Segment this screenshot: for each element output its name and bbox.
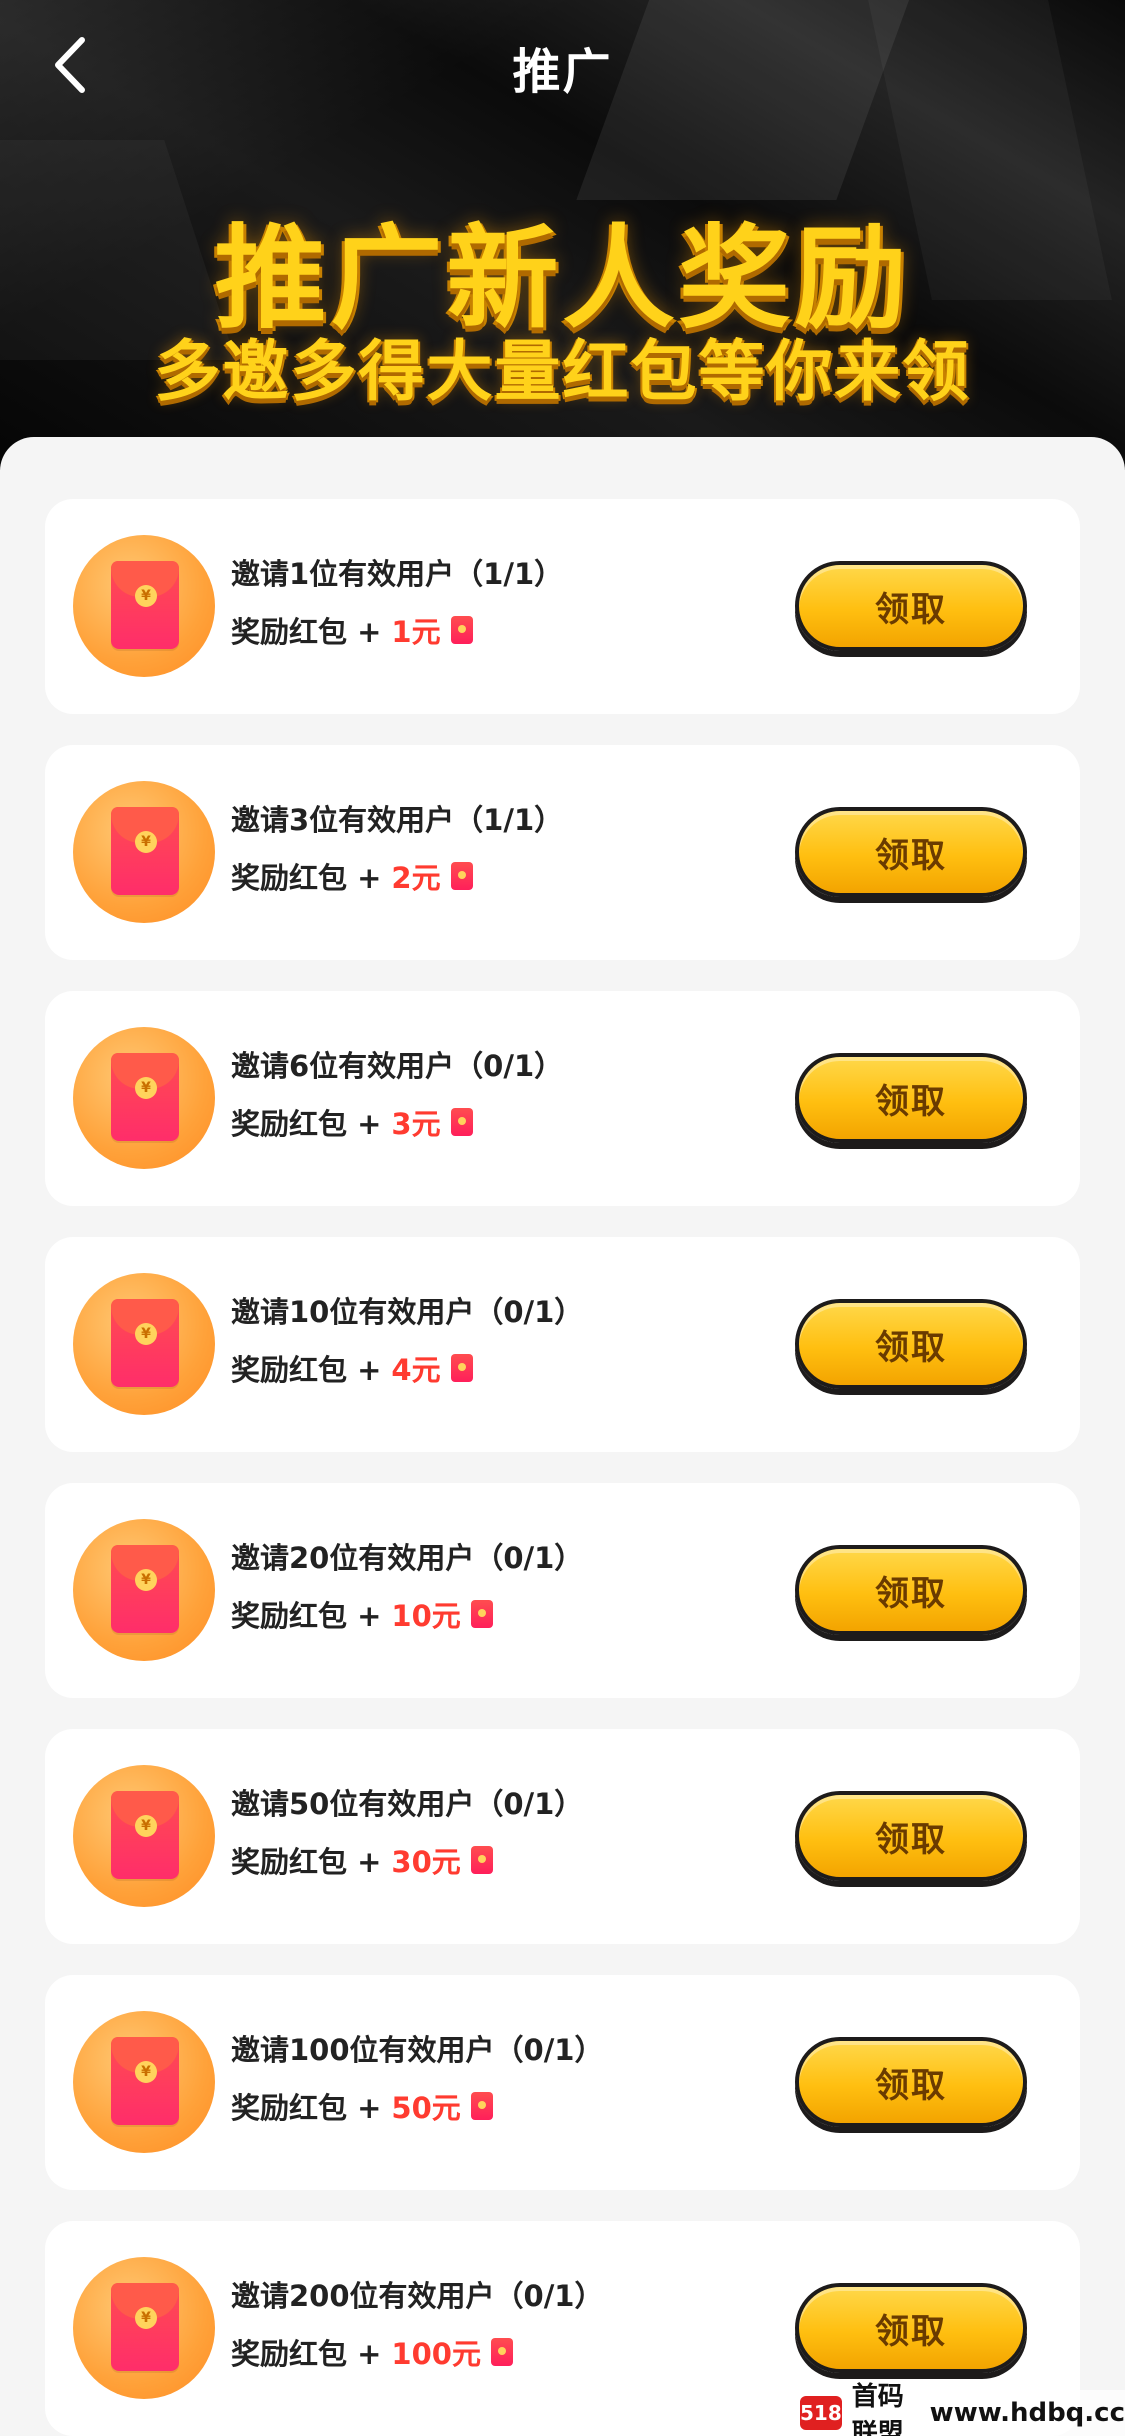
- reward-prefix: 奖励红包 +: [231, 2091, 382, 2125]
- red-envelope-icon: ¥: [73, 1273, 215, 1415]
- task-label: 邀请1位有效用户（1/1）: [231, 557, 564, 591]
- header-banner: 推广 推广新人奖励 多邀多得大量红包等你来领: [0, 0, 1125, 470]
- small-red-envelope-icon: [470, 1600, 493, 1628]
- reward-prefix: 奖励红包 +: [231, 1107, 382, 1141]
- watermark-text: 首码联盟: [851, 2382, 904, 2436]
- task-card: ¥ 邀请10位有效用户（0/1） 奖励红包 + 4元 领取: [45, 1237, 1080, 1452]
- task-list: ¥ 邀请1位有效用户（1/1） 奖励红包 + 1元 领取 ¥ 邀请3位有效用户（…: [0, 437, 1125, 2436]
- task-reward: 奖励红包 + 50元: [231, 2085, 493, 2127]
- reward-prefix: 奖励红包 +: [231, 1845, 382, 1879]
- task-reward: 奖励红包 + 3元: [231, 1101, 473, 1143]
- watermark-logo: 518: [800, 2396, 842, 2430]
- task-card: ¥ 邀请50位有效用户（0/1） 奖励红包 + 30元 领取: [45, 1729, 1080, 1944]
- red-envelope-icon: ¥: [73, 1519, 215, 1661]
- reward-prefix: 奖励红包 +: [231, 1599, 382, 1633]
- task-label: 邀请10位有效用户（0/1）: [231, 1295, 584, 1329]
- task-label: 邀请20位有效用户（0/1）: [231, 1541, 584, 1575]
- task-card: ¥ 邀请20位有效用户（0/1） 奖励红包 + 10元 领取: [45, 1483, 1080, 1698]
- small-red-envelope-icon: [450, 1108, 473, 1136]
- task-card: ¥ 邀请3位有效用户（1/1） 奖励红包 + 2元 领取: [45, 745, 1080, 960]
- claim-button[interactable]: 领取: [795, 1791, 1027, 1881]
- claim-button-label: 领取: [875, 1081, 947, 1122]
- task-reward: 奖励红包 + 2元: [231, 855, 473, 897]
- task-card: ¥ 邀请100位有效用户（0/1） 奖励红包 + 50元 领取: [45, 1975, 1080, 2190]
- red-envelope-icon: ¥: [73, 1765, 215, 1907]
- claim-button[interactable]: 领取: [795, 561, 1027, 651]
- claim-button-label: 领取: [875, 589, 947, 630]
- page-title: 推广: [512, 44, 613, 100]
- red-envelope-icon: ¥: [73, 535, 215, 677]
- small-red-envelope-icon: [450, 616, 473, 644]
- reward-amount: 4元: [391, 1353, 441, 1387]
- task-reward: 奖励红包 + 30元: [231, 1839, 493, 1881]
- hero-subtitle: 多邀多得大量红包等你来领: [154, 333, 971, 410]
- claim-button-label: 领取: [875, 1819, 947, 1860]
- watermark-url: www.hdbq.cc: [929, 2398, 1125, 2428]
- reward-amount: 50元: [391, 2091, 461, 2125]
- task-label: 邀请50位有效用户（0/1）: [231, 1787, 584, 1821]
- task-label: 邀请100位有效用户（0/1）: [231, 2033, 604, 2067]
- red-envelope-icon: ¥: [73, 2011, 215, 2153]
- claim-button[interactable]: 领取: [795, 1545, 1027, 1635]
- claim-button[interactable]: 领取: [795, 807, 1027, 897]
- task-label: 邀请6位有效用户（0/1）: [231, 1049, 564, 1083]
- claim-button[interactable]: 领取: [795, 2283, 1027, 2373]
- watermark: 518 首码联盟 www.hdbq.cc: [800, 2382, 1125, 2436]
- small-red-envelope-icon: [450, 862, 473, 890]
- small-red-envelope-icon: [490, 2338, 513, 2366]
- task-card: ¥ 邀请6位有效用户（0/1） 奖励红包 + 3元 领取: [45, 991, 1080, 1206]
- reward-prefix: 奖励红包 +: [231, 861, 382, 895]
- reward-amount: 10元: [391, 1599, 461, 1633]
- task-label: 邀请200位有效用户（0/1）: [231, 2279, 604, 2313]
- reward-amount: 30元: [391, 1845, 461, 1879]
- task-reward: 奖励红包 + 10元: [231, 1593, 493, 1635]
- claim-button-label: 领取: [875, 835, 947, 876]
- claim-button-label: 领取: [875, 2065, 947, 2106]
- task-reward: 奖励红包 + 100元: [231, 2331, 513, 2373]
- red-envelope-icon: ¥: [73, 1027, 215, 1169]
- claim-button-label: 领取: [875, 2311, 947, 2352]
- reward-amount: 100元: [391, 2337, 481, 2371]
- red-envelope-icon: ¥: [73, 781, 215, 923]
- reward-prefix: 奖励红包 +: [231, 2337, 382, 2371]
- reward-prefix: 奖励红包 +: [231, 1353, 382, 1387]
- task-reward: 奖励红包 + 1元: [231, 609, 473, 651]
- red-envelope-icon: ¥: [73, 2257, 215, 2399]
- small-red-envelope-icon: [450, 1354, 473, 1382]
- small-red-envelope-icon: [470, 2092, 493, 2120]
- task-reward: 奖励红包 + 4元: [231, 1347, 473, 1389]
- small-red-envelope-icon: [470, 1846, 493, 1874]
- claim-button-label: 领取: [875, 1327, 947, 1368]
- task-label: 邀请3位有效用户（1/1）: [231, 803, 564, 837]
- reward-amount: 3元: [391, 1107, 441, 1141]
- claim-button[interactable]: 领取: [795, 1299, 1027, 1389]
- reward-prefix: 奖励红包 +: [231, 615, 382, 649]
- task-card: ¥ 邀请1位有效用户（1/1） 奖励红包 + 1元 领取: [45, 499, 1080, 714]
- claim-button-label: 领取: [875, 1573, 947, 1614]
- claim-button[interactable]: 领取: [795, 2037, 1027, 2127]
- claim-button[interactable]: 领取: [795, 1053, 1027, 1143]
- reward-amount: 1元: [391, 615, 441, 649]
- reward-amount: 2元: [391, 861, 441, 895]
